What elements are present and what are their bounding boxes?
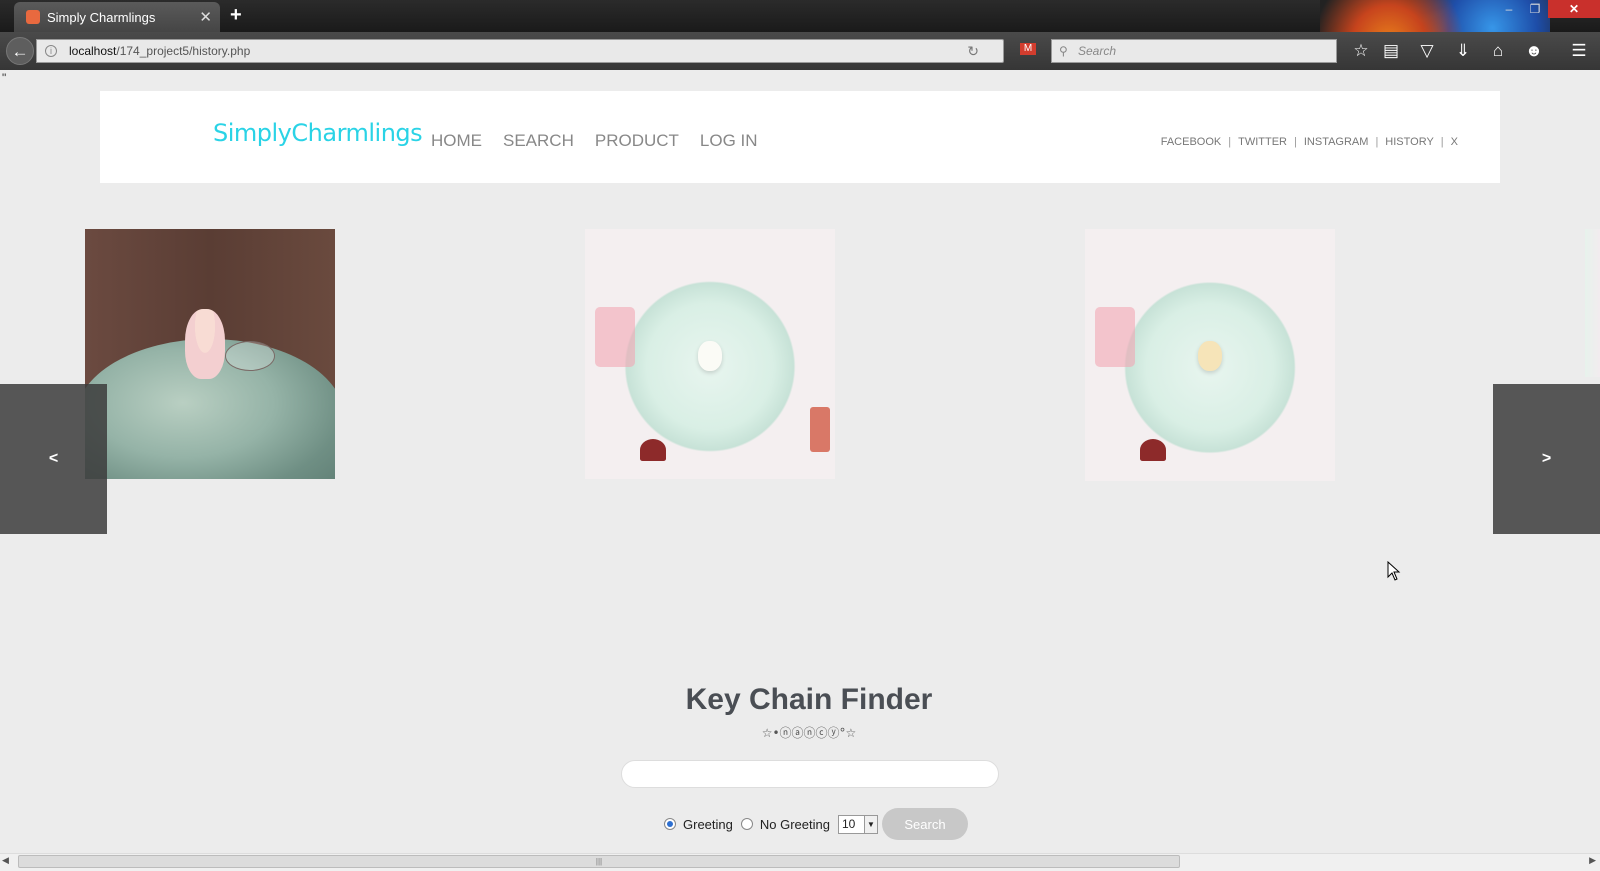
scroll-left-icon[interactable]: ◀: [2, 855, 9, 866]
social-close[interactable]: X: [1451, 136, 1458, 148]
smiley-icon[interactable]: ☻: [1521, 38, 1547, 64]
back-arrow-icon[interactable]: ←: [6, 37, 34, 65]
carousel-image-partial: [1585, 229, 1600, 377]
reload-icon[interactable]: ↻: [967, 40, 979, 62]
gmail-icon[interactable]: M: [1020, 43, 1036, 55]
no-greeting-label: No Greeting: [759, 816, 830, 832]
bookmark-star-icon[interactable]: ☆: [1348, 38, 1374, 64]
download-icon[interactable]: ⇓: [1450, 38, 1476, 64]
finder-title: Key Chain Finder: [685, 683, 933, 716]
window-minimize-button[interactable]: ‒: [1496, 0, 1522, 18]
carousel-image-fairy[interactable]: [85, 229, 335, 479]
nav-product[interactable]: PRODUCT: [595, 131, 679, 151]
social-instagram[interactable]: INSTAGRAM: [1304, 136, 1369, 148]
social-facebook[interactable]: FACEBOOK: [1161, 136, 1222, 148]
social-twitter[interactable]: TWITTER: [1238, 136, 1287, 148]
scroll-right-icon[interactable]: ▶: [1589, 855, 1596, 866]
site-logo[interactable]: SimplyCharmlings: [213, 119, 423, 147]
site-info-icon[interactable]: i: [45, 45, 57, 57]
browser-tab-bar: Simply Charmlings ✕ + ‒ ❐ ✕: [0, 0, 1600, 70]
tab-close-icon[interactable]: ✕: [199, 8, 212, 26]
menu-icon[interactable]: ☰: [1566, 38, 1592, 64]
chevron-down-icon: ▼: [863, 815, 877, 833]
window-close-button[interactable]: ✕: [1548, 0, 1600, 18]
greeting-radio[interactable]: [664, 818, 676, 830]
finder-search-button[interactable]: Search: [881, 808, 968, 840]
site-header: SimplyCharmlings HOME SEARCH PRODUCT LOG…: [100, 91, 1500, 183]
scrollbar-thumb[interactable]: |||: [18, 855, 1180, 868]
carousel-next-button[interactable]: >: [1493, 384, 1600, 534]
nav-login[interactable]: LOG IN: [700, 131, 758, 151]
browser-tab[interactable]: Simply Charmlings ✕: [14, 2, 220, 32]
social-history[interactable]: HISTORY: [1385, 136, 1434, 148]
main-nav: HOME SEARCH PRODUCT LOG IN: [431, 131, 758, 151]
finder-options: Greeting No Greeting 10 ▼ Search: [664, 808, 968, 840]
pocket-icon[interactable]: ▽: [1414, 38, 1440, 64]
search-icon: ⚲: [1059, 44, 1068, 58]
url-text: localhost/174_project5/history.php: [69, 44, 251, 58]
home-icon[interactable]: ⌂: [1485, 38, 1511, 64]
count-select[interactable]: 10 ▼: [837, 814, 878, 834]
stray-quote-text: ": [2, 71, 7, 85]
url-bar[interactable]: i localhost/174_project5/history.php ↻: [36, 39, 1004, 63]
nav-search[interactable]: SEARCH: [503, 131, 574, 151]
horizontal-scrollbar[interactable]: ◀ ||| ▶: [0, 853, 1600, 871]
window-maximize-button[interactable]: ❐: [1522, 0, 1548, 18]
carousel-prev-button[interactable]: <: [0, 384, 107, 534]
reading-list-icon[interactable]: ▤: [1378, 38, 1404, 64]
carousel-image-bowl-white[interactable]: [585, 229, 835, 479]
carousel-image-bowl-yellow[interactable]: [1085, 229, 1335, 481]
social-nav: FACEBOOK | TWITTER | INSTAGRAM | HISTORY | X: [1160, 136, 1458, 148]
new-tab-button[interactable]: +: [230, 4, 242, 27]
finder-search-input[interactable]: [621, 760, 999, 788]
nav-home[interactable]: HOME: [431, 131, 482, 151]
finder-subtitle: ☆•ⓝⓐⓝⓒⓨ°☆: [761, 726, 857, 740]
no-greeting-radio[interactable]: [740, 818, 753, 830]
greeting-label: Greeting: [683, 816, 733, 832]
tab-title: Simply Charmlings: [47, 9, 156, 25]
site-favicon-icon: [26, 10, 40, 24]
browser-search-input[interactable]: ⚲ Search: [1051, 39, 1337, 63]
